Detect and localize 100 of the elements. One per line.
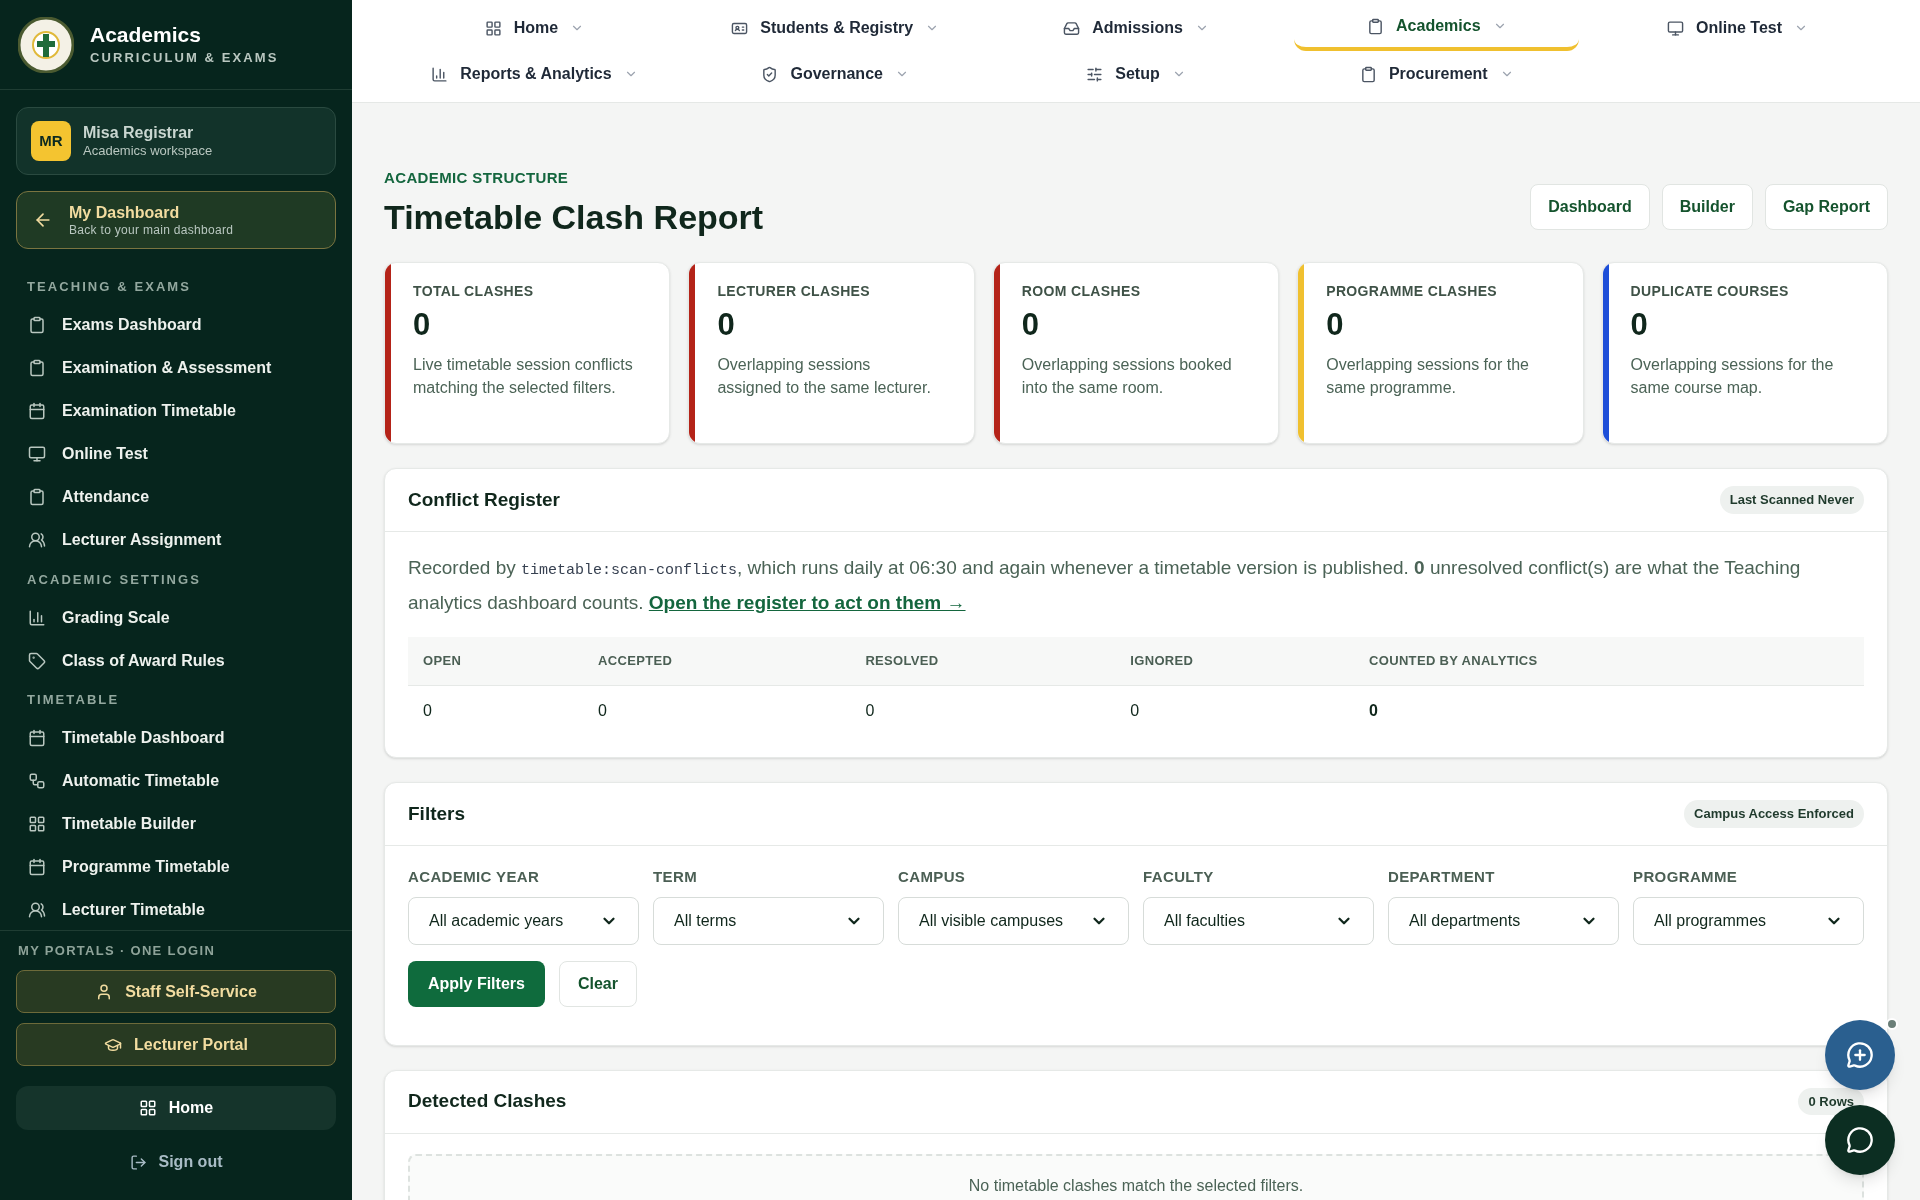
column-header: COUNTED BY ANALYTICS (1354, 637, 1864, 685)
home-button[interactable]: Home (16, 1086, 336, 1130)
nav-tab[interactable]: Setup (993, 51, 1279, 97)
section-heading: ACADEMIC SETTINGS (26, 570, 203, 589)
register-link[interactable]: Open the register to act on them → (648, 592, 966, 613)
nav-tab[interactable]: Academics (1294, 5, 1580, 51)
sidebar-item[interactable]: Attendance (0, 475, 352, 519)
filter-select[interactable]: All terms (653, 896, 884, 945)
page-title: Timetable Clash Report (384, 196, 764, 238)
table-cell: 0 (1354, 685, 1864, 737)
sidebar-item[interactable]: Timetable Builder (0, 802, 352, 846)
chat-plus-icon (1846, 1041, 1874, 1069)
card-label: PROGRAMME CLASHES (1326, 282, 1499, 301)
table-cell: 0 (1115, 685, 1355, 737)
portal-button[interactable]: Lecturer Portal (16, 1023, 336, 1066)
table-cell: 0 (408, 685, 584, 737)
card-note: Overlapping sessions assigned to the same lecturer. (717, 354, 932, 398)
panel-title: Filters (408, 801, 466, 826)
grid-icon (484, 19, 502, 37)
sign-out-button[interactable]: Sign out (129, 1140, 223, 1184)
sidebar-item[interactable]: Online Test (0, 432, 352, 476)
sidebar-item[interactable]: Timetable Dashboard (0, 716, 352, 760)
user-name: Misa Registrar (83, 122, 195, 143)
tag-icon (28, 651, 46, 670)
user-role: Academics workspace (83, 142, 213, 160)
sidebar-item[interactable]: Examination Timetable (0, 389, 352, 433)
filter-select[interactable]: All academic years (408, 896, 639, 945)
nav-tab[interactable]: Home (392, 5, 677, 51)
register-description: Recorded by timetable:scan-conflicts, which runs daily at 06:30 and again whenever a timetable version is published. 0 unresolved conflict(s) are what the Teaching analytics dashboard counts. Open the register to act on them → (408, 556, 1802, 615)
apply-filters-button[interactable]: Apply Filters (408, 960, 545, 1007)
table-cell: 0 (850, 685, 1116, 737)
users-icon (28, 901, 46, 919)
header-action-button[interactable]: Gap Report (1764, 184, 1888, 230)
card-value: 0 (1630, 306, 1649, 344)
empty-message: No timetable clashes match the selected filters. (968, 1175, 1304, 1196)
filter-select[interactable]: All faculties (1143, 896, 1374, 945)
sign-out-icon (129, 1153, 147, 1171)
filter-select[interactable]: All programmes (1633, 896, 1864, 945)
sidebar-item[interactable]: Examination & Assessment (0, 346, 352, 390)
sidebar-item[interactable]: Programme Timetable (0, 845, 352, 889)
card-note: Overlapping sessions for the same programme. (1326, 354, 1530, 398)
filter-label: TERM (653, 867, 698, 887)
filter-select[interactable]: All visible campuses (898, 896, 1129, 945)
filter-label: ACADEMIC YEAR (408, 867, 541, 887)
clipboard-icon (28, 359, 46, 377)
calendar-icon (28, 402, 46, 420)
filter-label: DEPARTMENT (1388, 867, 1496, 887)
filter-label: FACULTY (1143, 867, 1215, 887)
table-cell: 0 (583, 685, 851, 737)
app-subtitle: CURRICULUM & EXAMS (90, 48, 279, 67)
header-action-button[interactable]: Builder (1661, 184, 1753, 230)
filter-label: CAMPUS (898, 867, 967, 887)
column-header: ACCEPTED (583, 637, 851, 685)
nav-tab[interactable]: Students & Registry (692, 5, 978, 51)
nav-tab[interactable]: Governance (692, 51, 978, 97)
panel-title: Conflict Register (408, 487, 561, 512)
filter-select[interactable]: All departments (1388, 896, 1619, 945)
sidebar-item[interactable]: Exams Dashboard (0, 303, 352, 347)
card-label: TOTAL CLASHES (413, 282, 535, 301)
workflow-icon (28, 772, 46, 790)
nav-tab[interactable]: Admissions (993, 5, 1279, 51)
card-label: LECTURER CLASHES (717, 282, 871, 301)
nav-tab[interactable]: Online Test (1595, 5, 1880, 51)
sidebar-item[interactable]: Class of Award Rules (0, 639, 352, 682)
portals-heading: MY PORTALS · ONE LOGIN (17, 941, 217, 960)
card-note: Overlapping sessions booked into the same room. (1021, 354, 1233, 398)
column-header: OPEN (408, 637, 584, 685)
nav-tab[interactable]: Reports & Analytics (392, 51, 677, 97)
sidebar-item[interactable]: Grading Scale (0, 596, 352, 639)
chat-icon (1846, 1126, 1874, 1154)
clear-button[interactable]: Clear (558, 960, 637, 1007)
sidebar-item[interactable]: Automatic Timetable (0, 759, 352, 803)
shield-icon (761, 65, 779, 83)
header-action-button[interactable]: Dashboard (1530, 184, 1650, 230)
section-heading: TEACHING & EXAMS (26, 278, 192, 296)
section-heading: TIMETABLE (26, 691, 121, 709)
status-badge: Last Scanned Never (1719, 486, 1864, 514)
card-value: 0 (413, 306, 432, 344)
clipboard-icon (1367, 17, 1385, 35)
column-header: IGNORED (1115, 637, 1355, 685)
monitor-icon (1667, 19, 1685, 37)
card-value: 0 (717, 306, 736, 344)
portal-button[interactable]: Staff Self-Service (16, 970, 336, 1013)
logo-icon (18, 16, 74, 73)
my-dashboard-button[interactable]: My Dashboard Back to your main dashboard (16, 191, 336, 249)
card-value: 0 (1326, 306, 1345, 344)
monitor-icon (28, 445, 46, 463)
card-value: 0 (1021, 306, 1041, 344)
card-label: ROOM CLASHES (1021, 282, 1142, 301)
calendar-icon (28, 858, 46, 876)
sidebar-item[interactable]: Lecturer Timetable (0, 888, 352, 930)
clipboard-icon (1359, 65, 1377, 83)
nav-tab[interactable]: Procurement (1294, 51, 1580, 97)
clipboard-icon (28, 488, 46, 506)
sidebar-item[interactable]: Lecturer Assignment (0, 518, 352, 562)
calendar-icon (28, 729, 46, 747)
users-icon (28, 531, 46, 549)
user-avatar: MR (31, 121, 71, 161)
filter-label: PROGRAMME (1633, 867, 1739, 887)
page-eyebrow: ACADEMIC STRUCTURE (384, 168, 570, 188)
